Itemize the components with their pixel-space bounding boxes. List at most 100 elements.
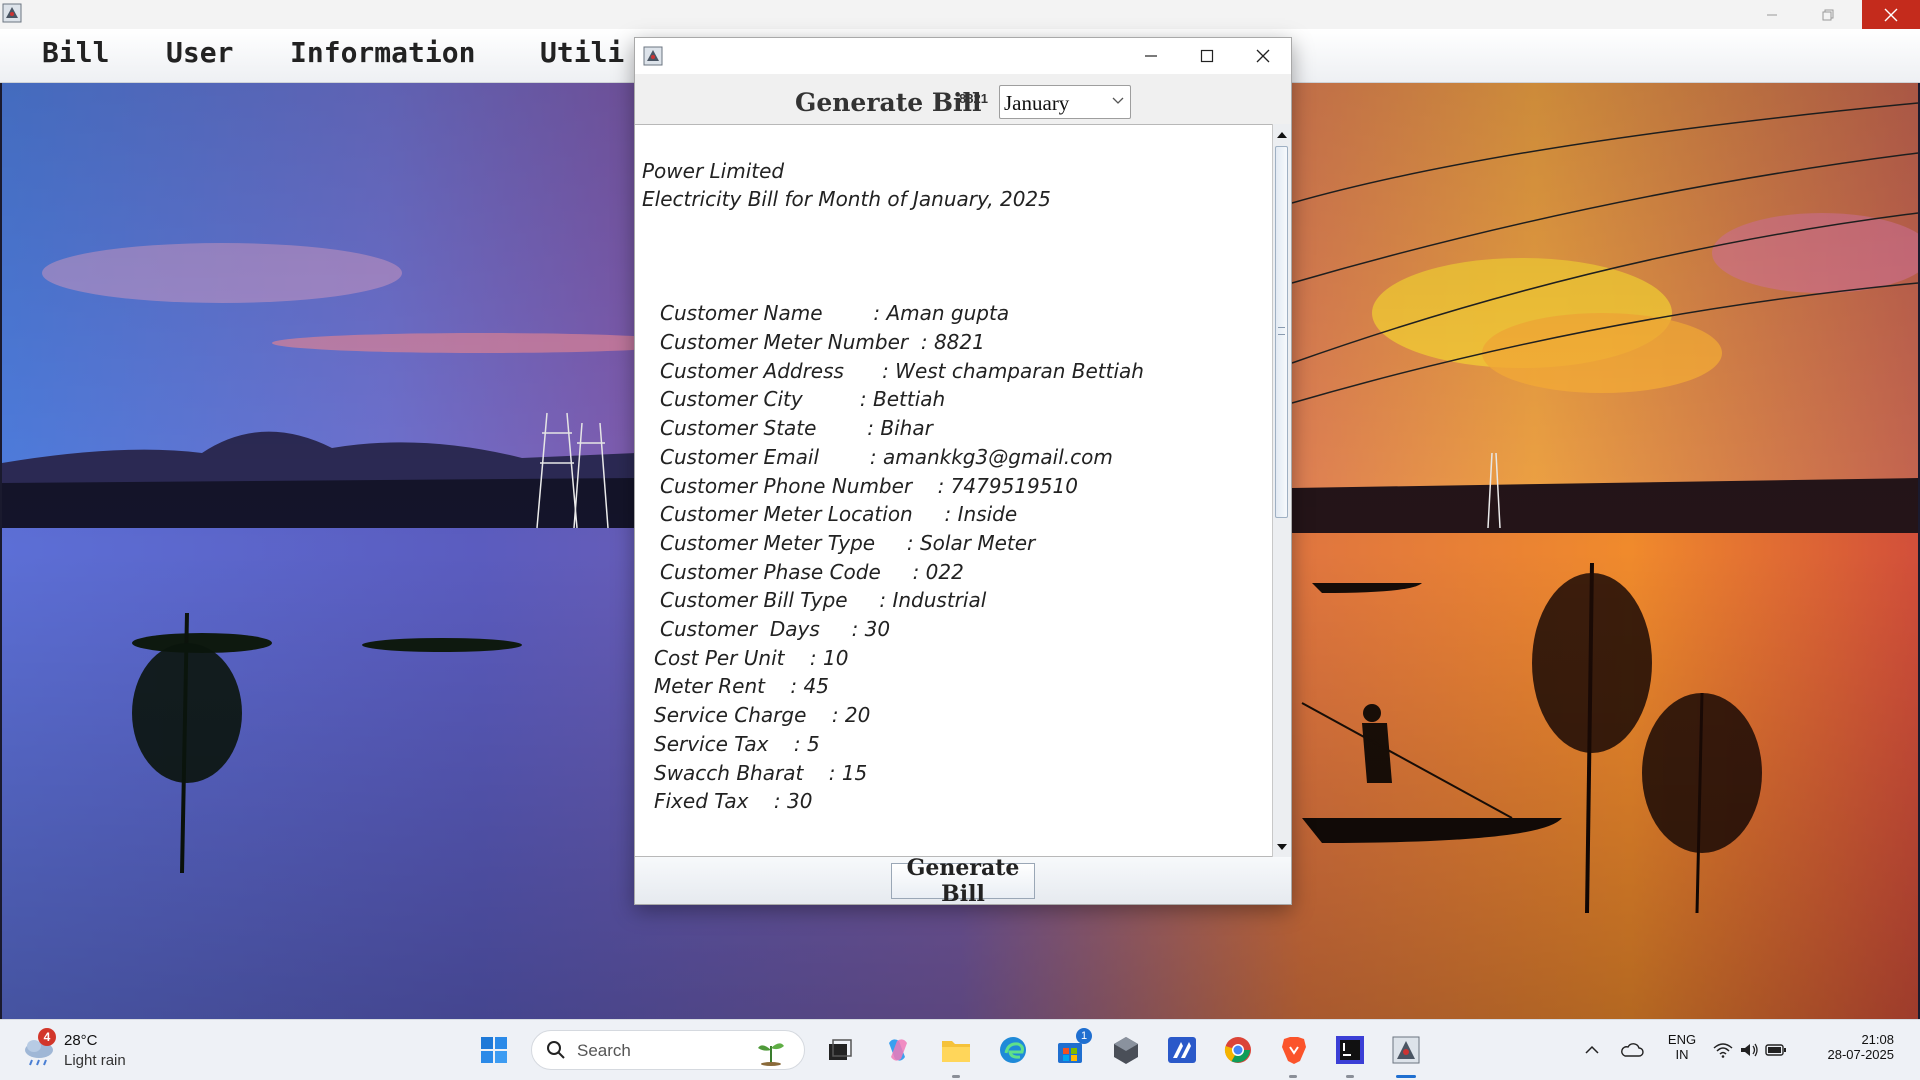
bill-line: Customer Meter Number : 8821 <box>660 330 985 354</box>
meter-number-label: 8821 <box>959 91 988 106</box>
menu-bill[interactable]: Bill <box>42 36 109 69</box>
intellij-button[interactable] <box>1332 1032 1368 1068</box>
app-titlebar <box>0 0 1920 29</box>
running-indicator <box>1346 1075 1354 1078</box>
app-icon <box>1392 1036 1420 1064</box>
charge-line: Cost Per Unit : 10 <box>654 646 849 670</box>
grip-icon <box>1278 327 1285 335</box>
taskbar: 4 28°C Light rain Search 1 ENG IN 21:08 … <box>0 1019 1920 1080</box>
editor-icon <box>1168 1037 1196 1063</box>
brave-lion-icon <box>1282 1037 1306 1064</box>
copilot-button[interactable] <box>880 1032 916 1068</box>
chevron-up-icon <box>1585 1045 1599 1054</box>
weather-badge: 4 <box>38 1028 56 1046</box>
close-icon <box>1256 49 1270 63</box>
active-indicator <box>1396 1075 1416 1078</box>
bill-line: Customer Name : Aman gupta <box>660 301 1010 325</box>
charge-line: Meter Rent : 45 <box>654 674 829 698</box>
copilot-icon <box>889 1039 907 1061</box>
chrome-button[interactable] <box>1220 1032 1256 1068</box>
search-placeholder: Search <box>577 1041 631 1060</box>
menu-information[interactable]: Information <box>290 36 475 69</box>
language-code: ENG <box>1667 1032 1697 1047</box>
cube-icon <box>1114 1037 1138 1064</box>
bill-company: Power Limited <box>642 159 785 183</box>
clock-date: 28-07-2025 <box>1827 1047 1895 1062</box>
bill-text-area[interactable]: Power Limited Electricity Bill for Month… <box>635 124 1272 857</box>
onedrive-button[interactable] <box>1614 1032 1650 1068</box>
bill-line: Customer Phone Number : 7479519510 <box>660 474 1078 498</box>
running-indicator <box>1289 1075 1297 1078</box>
charge-line: Fixed Tax : 30 <box>654 789 813 813</box>
folder-icon <box>942 1041 970 1062</box>
region-code: IN <box>1675 1047 1689 1062</box>
bill-line: Customer Days : 30 <box>660 617 891 641</box>
menu-utility[interactable]: Utili <box>540 36 624 69</box>
taskbar-search[interactable]: Search <box>531 1030 805 1070</box>
bill-line: Customer Meter Location : Inside <box>660 502 1018 526</box>
start-button[interactable] <box>476 1032 512 1068</box>
scroll-up-button[interactable] <box>1274 126 1290 142</box>
restore-icon <box>1822 9 1834 20</box>
chrome-icon <box>1224 1037 1251 1063</box>
language-indicator[interactable]: ENG IN <box>1664 1032 1700 1062</box>
edge-button[interactable] <box>995 1032 1031 1068</box>
generate-bill-button[interactable]: Generate Bill <box>891 855 1035 907</box>
dialog-minimize-button[interactable] <box>1123 38 1179 74</box>
minimize-icon <box>1145 55 1157 57</box>
editor-app-button[interactable] <box>1164 1032 1200 1068</box>
bill-line: Customer Meter Type : Solar Meter <box>660 531 1036 555</box>
scroll-thumb[interactable] <box>1275 146 1288 518</box>
windows-icon <box>481 1037 507 1063</box>
charge-line: Service Charge : 20 <box>654 703 871 727</box>
dialog-maximize-button[interactable] <box>1179 38 1235 74</box>
weather-temperature: 28°C <box>64 1032 98 1049</box>
maximize-icon <box>1200 49 1214 63</box>
quick-settings-button[interactable] <box>1708 1032 1792 1068</box>
month-select-value: January <box>1004 91 1070 115</box>
app-icon <box>643 46 663 66</box>
show-hidden-icons-button[interactable] <box>1574 1032 1610 1068</box>
charge-line: Service Tax : 5 <box>654 732 820 756</box>
bill-line: Customer Bill Type : Industrial <box>660 588 987 612</box>
bill-subtitle: Electricity Bill for Month of January, 2… <box>642 187 1051 211</box>
battery-icon <box>1765 1044 1786 1056</box>
bill-line: Customer City : Bettiah <box>660 387 946 411</box>
store-button[interactable]: 1 <box>1052 1028 1092 1068</box>
intellij-icon <box>1336 1036 1364 1064</box>
app-close-button[interactable] <box>1862 0 1920 29</box>
generate-bill-dialog: Generate Bill 8821 January Power Limited… <box>634 37 1292 907</box>
clock-time: 21:08 <box>1861 1032 1894 1047</box>
app-restore-button[interactable] <box>1800 0 1856 29</box>
clock[interactable]: 21:08 28-07-2025 <box>1808 1032 1895 1062</box>
month-select[interactable]: January <box>999 85 1131 119</box>
scroll-down-button[interactable] <box>1274 839 1290 855</box>
bill-line: Customer Email : amankkg3@gmail.com <box>660 445 1113 469</box>
app-minimize-button[interactable] <box>1744 0 1800 29</box>
chevron-down-icon <box>1112 97 1124 104</box>
weather-condition: Light rain <box>64 1052 126 1069</box>
bill-line: Customer Address : West champaran Bettia… <box>660 359 1144 383</box>
dialog-titlebar <box>635 38 1291 74</box>
cloud-icon <box>1621 1043 1644 1057</box>
search-icon <box>547 1041 565 1059</box>
close-icon <box>1884 8 1898 21</box>
bill-line: Customer Phase Code : 022 <box>660 560 964 584</box>
menu-user[interactable]: User <box>166 36 233 69</box>
dialog-close-button[interactable] <box>1235 38 1291 74</box>
wifi-icon <box>1713 1043 1733 1058</box>
arrow-down-icon <box>1277 843 1287 850</box>
volume-icon <box>1741 1043 1758 1057</box>
weather-widget[interactable]: 4 28°C Light rain <box>22 1028 152 1074</box>
app-icon <box>2 3 22 23</box>
file-explorer-button[interactable] <box>938 1032 974 1068</box>
bill-line: Customer State : Bihar <box>660 416 933 440</box>
store-badge: 1 <box>1076 1028 1092 1044</box>
brave-button[interactable] <box>1276 1032 1312 1068</box>
minimize-icon <box>1767 14 1777 15</box>
task-view-button[interactable] <box>822 1032 858 1068</box>
cube-app-button[interactable] <box>1108 1032 1144 1068</box>
java-app-button[interactable] <box>1388 1032 1424 1068</box>
bill-scrollbar[interactable] <box>1272 124 1291 857</box>
plant-icon <box>758 1043 784 1066</box>
